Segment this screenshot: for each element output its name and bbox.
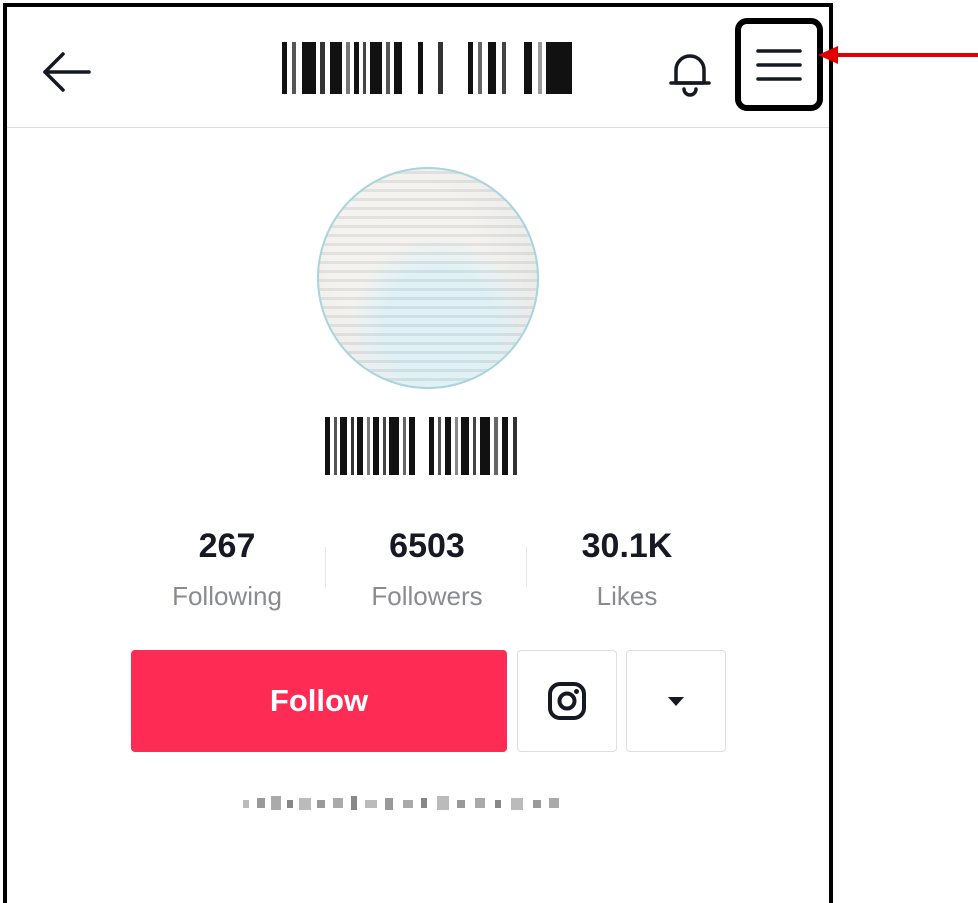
stat-following[interactable]: 267 Following bbox=[127, 522, 327, 618]
username-redacted bbox=[325, 417, 517, 475]
instagram-button[interactable] bbox=[517, 650, 617, 752]
back-button[interactable] bbox=[37, 47, 97, 97]
top-bar bbox=[7, 7, 829, 128]
stat-label: Following bbox=[172, 581, 282, 611]
phone-frame: 267 Following 6503 Followers 30.1K Likes… bbox=[3, 3, 833, 903]
profile-stats: 267 Following 6503 Followers 30.1K Likes bbox=[7, 522, 837, 622]
hamburger-menu-icon bbox=[756, 48, 802, 81]
stat-label: Likes bbox=[596, 581, 658, 611]
menu-button[interactable] bbox=[735, 18, 823, 111]
caret-down-icon bbox=[668, 697, 684, 706]
stat-followers[interactable]: 6503 Followers bbox=[327, 522, 527, 618]
instagram-icon bbox=[548, 682, 586, 720]
stat-value: 30.1K bbox=[581, 527, 673, 565]
annotation-arrow bbox=[818, 46, 978, 64]
bell-icon bbox=[669, 54, 711, 97]
bio-redacted bbox=[243, 796, 559, 810]
stat-value: 6503 bbox=[389, 527, 465, 565]
stat-divider bbox=[526, 547, 527, 587]
stat-divider bbox=[325, 547, 326, 587]
stat-value: 267 bbox=[198, 527, 256, 565]
profile-avatar bbox=[317, 167, 539, 389]
follow-button[interactable]: Follow bbox=[131, 650, 507, 752]
notifications-button[interactable] bbox=[662, 45, 718, 101]
stat-likes: 30.1K Likes bbox=[527, 522, 727, 618]
more-dropdown-button[interactable] bbox=[626, 650, 726, 752]
stat-label: Followers bbox=[371, 581, 483, 611]
profile-title-redacted bbox=[282, 42, 572, 94]
arrow-left-icon bbox=[43, 52, 91, 92]
